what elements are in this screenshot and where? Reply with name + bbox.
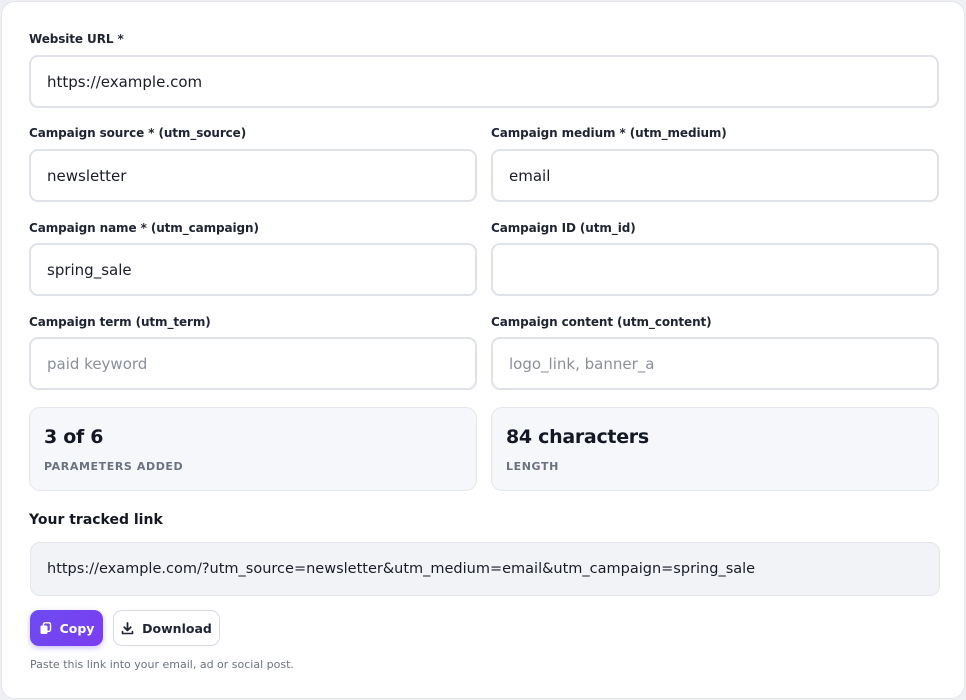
campaign-name-label: Campaign name * (utm_campaign) [29,221,259,235]
tracked-link-output[interactable]: https://example.com/?utm_source=newslett… [30,542,940,596]
website-url-input[interactable] [29,55,939,108]
length-stat-card: 84 characters Length [491,407,939,491]
copy-icon [39,621,52,635]
campaign-term-label: Campaign term (utm_term) [29,315,211,329]
campaign-term-input[interactable] [29,337,477,390]
campaign-id-input[interactable] [491,243,939,296]
download-label: Download [142,620,212,636]
campaign-content-label: Campaign content (utm_content) [491,315,712,329]
campaign-name-input[interactable] [29,243,477,296]
download-icon [121,621,134,635]
campaign-medium-input[interactable] [491,149,939,202]
campaign-medium-label: Campaign medium * (utm_medium) [491,126,727,140]
utm-builder-card: Website URL * Campaign source * (utm_sou… [1,1,965,699]
copy-label: Copy [59,620,95,636]
website-url-label: Website URL * [29,32,124,46]
download-button[interactable]: Download [113,610,220,646]
length-caption: Length [506,460,559,473]
parameters-count: 3 of 6 [44,426,104,448]
campaign-content-input[interactable] [491,337,939,390]
helper-text: Paste this link into your email, ad or s… [30,658,294,671]
parameters-stat-card: 3 of 6 Parameters added [29,407,477,491]
parameters-caption: Parameters added [44,460,184,473]
copy-button[interactable]: Copy [30,610,103,646]
length-count: 84 characters [506,426,649,448]
tracked-link-title: Your tracked link [29,512,163,528]
campaign-id-label: Campaign ID (utm_id) [491,221,636,235]
campaign-source-input[interactable] [29,149,477,202]
campaign-source-label: Campaign source * (utm_source) [29,126,247,140]
